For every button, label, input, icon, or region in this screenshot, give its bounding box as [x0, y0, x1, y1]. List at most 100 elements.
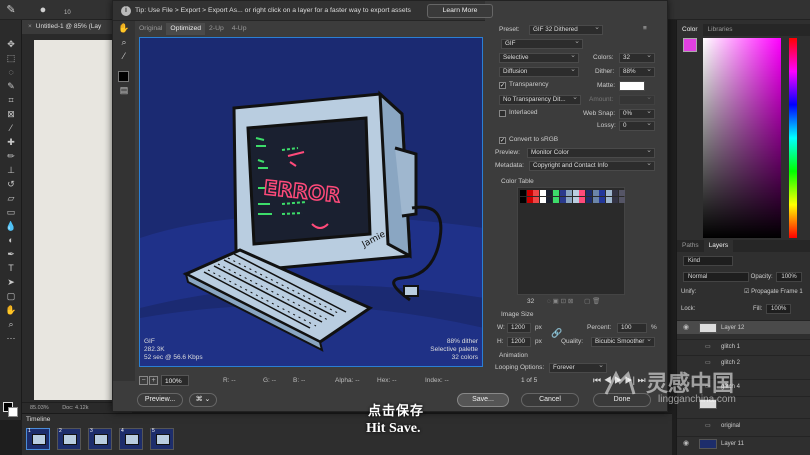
timeline-frame[interactable]: 1 [26, 428, 50, 450]
color-table-swatch[interactable] [546, 197, 553, 203]
zoom-tool-icon[interactable]: ⌕ [117, 37, 131, 49]
color-picker-field[interactable] [703, 38, 781, 238]
color-table-swatch[interactable] [605, 197, 612, 203]
status-zoom[interactable]: 85.03% [30, 405, 49, 411]
propagate-frame-checkbox[interactable]: ☑ [744, 289, 749, 295]
preview-button[interactable]: Preview... [137, 393, 183, 407]
cancel-button[interactable]: Cancel [521, 393, 579, 407]
rectangle-tool-icon[interactable]: ▢ [4, 290, 18, 302]
zoom-level-select[interactable]: 100% [161, 375, 189, 386]
color-table-swatch[interactable] [619, 190, 625, 196]
fill-input[interactable]: 100% [766, 304, 792, 314]
percent-input[interactable]: 100 [617, 323, 647, 333]
color-table-swatch[interactable] [579, 190, 586, 196]
tab-original[interactable]: Original [135, 23, 166, 35]
frame-tool-icon[interactable]: ⊠ [4, 108, 18, 120]
dither-algorithm-select[interactable]: Diffusion [499, 67, 579, 77]
color-table-swatch[interactable] [539, 190, 546, 196]
timeline-frame[interactable]: 5 [150, 428, 174, 450]
height-input[interactable]: 1200 [507, 337, 531, 347]
transparency-checkbox[interactable]: ✓ [499, 82, 506, 89]
lasso-tool-icon[interactable]: ◌ [4, 66, 18, 78]
stamp-tool-icon[interactable]: ⊥ [4, 164, 18, 176]
layer-row[interactable]: ▭ original [677, 418, 810, 432]
color-table-swatch[interactable] [579, 197, 586, 203]
eyedropper-color-swatch[interactable] [118, 71, 129, 82]
marquee-tool-icon[interactable]: ⬚ [4, 52, 18, 64]
layer-row[interactable]: ◉ Layer 11 [677, 436, 810, 450]
eye-icon[interactable]: ◉ [683, 321, 689, 335]
color-table-swatch[interactable] [586, 197, 592, 203]
color-table-swatch[interactable] [533, 190, 540, 196]
eyedropper-tool-icon[interactable]: ⁄ [117, 51, 131, 63]
color-table-swatch[interactable] [520, 197, 526, 203]
preview-color-select[interactable]: Monitor Color [527, 148, 655, 158]
hand-tool-icon[interactable]: ✋ [117, 23, 131, 35]
gradient-tool-icon[interactable]: ▭ [4, 206, 18, 218]
healing-tool-icon[interactable]: ✚ [4, 136, 18, 148]
kind-filter-select[interactable]: Kind [683, 256, 733, 266]
close-icon[interactable]: × [28, 23, 32, 30]
color-table-swatch[interactable] [559, 197, 566, 203]
color-table-swatch[interactable] [526, 190, 533, 196]
dodge-tool-icon[interactable]: ◐ [4, 234, 18, 246]
color-table-swatch[interactable] [566, 197, 573, 203]
metadata-select[interactable]: Copyright and Contact Info [529, 161, 655, 171]
browser-preview-button[interactable]: ⌘ ⌄ [189, 393, 217, 407]
color-table-swatch[interactable] [592, 190, 599, 196]
tab-paths[interactable]: Paths [677, 240, 704, 252]
background-color-swatch[interactable] [8, 407, 18, 417]
color-table-swatch[interactable] [553, 190, 559, 196]
brush-preset-icon[interactable]: ● [36, 3, 50, 17]
eyedropper-tool-icon[interactable]: ⁄ [4, 122, 18, 134]
blur-tool-icon[interactable]: 💧 [4, 220, 18, 232]
colors-input[interactable]: 32 [619, 53, 655, 63]
zoom-in-button[interactable]: + [149, 376, 158, 385]
color-table[interactable] [517, 187, 625, 295]
tab-layers[interactable]: Layers [703, 240, 734, 252]
color-table-swatch[interactable] [546, 190, 553, 196]
tab-optimized[interactable]: Optimized [166, 23, 206, 35]
color-table-swatch[interactable] [520, 190, 526, 196]
tab-4-up[interactable]: 4-Up [228, 23, 251, 35]
color-table-tools[interactable]: ◌ ▣ ⊡ ⊠ ▢ 🗑 [547, 297, 600, 305]
preset-select[interactable]: GIF 32 Dithered [529, 25, 603, 35]
color-table-swatch[interactable] [599, 197, 606, 203]
format-select[interactable]: GIF [501, 39, 583, 49]
type-tool-icon[interactable]: T [4, 262, 18, 274]
eraser-tool-icon[interactable]: ▱ [4, 192, 18, 204]
learn-more-button[interactable]: Learn More [427, 4, 493, 18]
timeline-frame[interactable]: 4 [119, 428, 143, 450]
color-table-swatch[interactable] [592, 197, 599, 203]
crop-tool-icon[interactable]: ⌗ [4, 94, 18, 106]
opacity-input[interactable]: 100% [776, 272, 802, 282]
hand-tool-icon[interactable]: ✋ [4, 304, 18, 316]
color-swatch[interactable] [683, 38, 697, 52]
brush-tool-icon[interactable]: ✏ [4, 150, 18, 162]
transparency-dither-select[interactable]: No Transparency Dit... [499, 95, 581, 105]
websnap-input[interactable]: 0% [619, 109, 655, 119]
color-table-swatch[interactable] [533, 197, 540, 203]
zoom-out-button[interactable]: − [139, 376, 148, 385]
quality-select[interactable]: Bicubic Smoother [591, 337, 655, 347]
color-table-swatch[interactable] [572, 190, 579, 196]
blend-mode-select[interactable]: Normal [683, 272, 749, 282]
optimized-preview[interactable]: ERROR Jamie GIF 282.3K 52 sec @ 56.6 Kbp… [139, 37, 483, 367]
color-table-swatch[interactable] [539, 197, 546, 203]
convert-srgb-checkbox[interactable]: ✓ [499, 137, 506, 144]
color-table-swatch[interactable] [619, 197, 625, 203]
timeline-frame[interactable]: 3 [88, 428, 112, 450]
timeline-frame[interactable]: 2 [57, 428, 81, 450]
layer-row[interactable]: ▭ glitch 1 [677, 339, 810, 353]
color-table-swatch[interactable] [586, 190, 592, 196]
tab-color[interactable]: Color [677, 24, 703, 36]
zoom-tool-icon[interactable]: ⌕ [4, 318, 18, 330]
save-button[interactable]: Save... [457, 393, 509, 407]
tab-libraries[interactable]: Libraries [703, 24, 738, 36]
interlaced-checkbox[interactable] [499, 110, 506, 117]
color-table-swatch[interactable] [612, 197, 619, 203]
color-table-swatch[interactable] [566, 190, 573, 196]
color-table-swatch[interactable] [559, 190, 566, 196]
reduction-select[interactable]: Selective [499, 53, 579, 63]
color-table-swatch[interactable] [526, 197, 533, 203]
